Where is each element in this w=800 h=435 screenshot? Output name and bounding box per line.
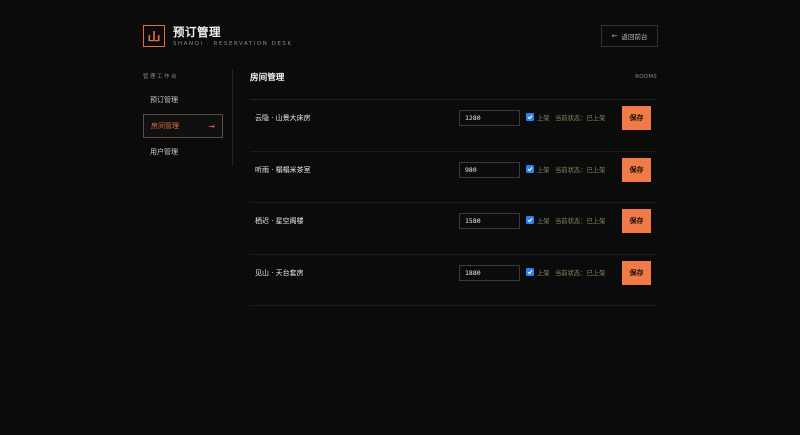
section-eyebrow: ROOMS (635, 74, 657, 80)
price-input[interactable] (459, 110, 520, 126)
sidebar-item-label: 房间管理 (151, 122, 179, 130)
save-button[interactable]: 保存 (622, 157, 651, 182)
listed-label: 上架 (537, 218, 550, 225)
room-list: 云隐 · 山景大床房 上架 当前状态：已上架 保存 听雨 · 榻榻米茶室 上架 … (250, 99, 657, 306)
listed-checkbox[interactable] (526, 267, 534, 276)
room-name: 见山 · 天台套房 (255, 268, 304, 277)
back-to-front-desk-button[interactable]: ← 返回前台 (601, 25, 658, 47)
section-title: 房间管理 (250, 73, 285, 83)
sidebar-heading: 管理工作台 (143, 74, 178, 80)
save-button[interactable]: 保存 (622, 260, 651, 285)
sidebar: 管理工作台 预订管理 房间管理 → 用户管理 (143, 72, 223, 156)
room-row: 云隐 · 山景大床房 上架 当前状态：已上架 保存 (250, 100, 657, 152)
room-row: 见山 · 天台套房 上架 当前状态：已上架 保存 (250, 255, 657, 306)
back-button-label: 返回前台 (621, 33, 648, 41)
status-text: 当前状态：已上架 (555, 218, 606, 225)
check-icon (527, 269, 533, 274)
listed-checkbox[interactable] (526, 164, 534, 173)
room-name: 栖迟 · 星空阁楼 (255, 217, 304, 225)
sidebar-item-reservations[interactable]: 预订管理 (143, 88, 223, 112)
logo (143, 25, 165, 47)
status-text: 当前状态：已上架 (555, 115, 606, 122)
room-name: 云隐 · 山景大床房 (255, 114, 311, 122)
page-subtitle: SHANQI · RESERVATION DESK (173, 41, 293, 47)
arrow-right-icon: → (208, 122, 215, 131)
listed-checkbox[interactable] (526, 113, 534, 121)
check-icon (527, 218, 533, 223)
page-header: 预订管理 SHANQI · RESERVATION DESK ← 返回前台 (143, 25, 658, 49)
listed-label: 上架 (537, 269, 550, 277)
status-text: 当前状态：已上架 (555, 269, 606, 277)
room-name: 听雨 · 榻榻米茶室 (255, 165, 311, 174)
mountain-bars-icon (148, 31, 160, 42)
save-button[interactable]: 保存 (622, 106, 651, 130)
room-row: 栖迟 · 星空阁楼 上架 当前状态：已上架 保存 (250, 203, 657, 255)
price-input[interactable] (459, 264, 520, 281)
price-input[interactable] (459, 213, 520, 229)
check-icon (527, 166, 533, 171)
listed-label: 上架 (537, 115, 550, 122)
sidebar-divider (232, 70, 233, 166)
arrow-left-icon: ← (611, 32, 618, 40)
sidebar-item-rooms[interactable]: 房间管理 → (143, 114, 223, 138)
sidebar-item-label: 预订管理 (150, 96, 178, 104)
listed-checkbox[interactable] (526, 216, 534, 224)
price-input[interactable] (459, 161, 520, 178)
page-title: 预订管理 (173, 25, 221, 39)
check-icon (527, 115, 533, 120)
listed-label: 上架 (537, 166, 550, 174)
sidebar-item-label: 用户管理 (150, 148, 178, 156)
sidebar-item-users[interactable]: 用户管理 (143, 140, 223, 164)
save-button[interactable]: 保存 (622, 209, 651, 233)
status-text: 当前状态：已上架 (555, 166, 606, 174)
room-row: 听雨 · 榻榻米茶室 上架 当前状态：已上架 保存 (250, 152, 657, 203)
